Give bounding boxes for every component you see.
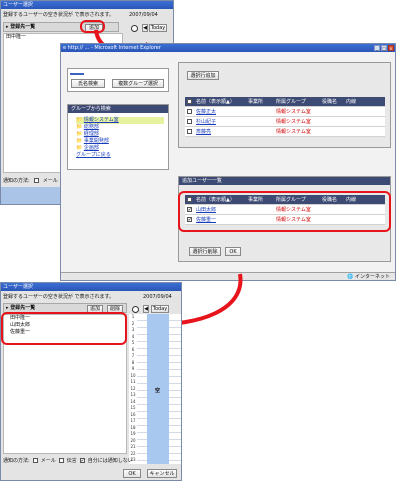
group-item-1[interactable]: 📁 総務部	[76, 124, 164, 131]
candidate-group: 情報システム室	[276, 109, 311, 115]
bottom-clock-icon	[132, 306, 139, 313]
schedule-col-b	[169, 314, 181, 464]
bottom-prev-button[interactable]: ◀	[143, 305, 149, 313]
candidate-row[interactable]: 佐藤正太 情報システム室	[185, 107, 385, 117]
bottom-window-titlebar: ユーザー選択	[1, 283, 181, 291]
col-ext: 内線	[346, 99, 357, 105]
bottom-self-label: 自分には通知しない	[87, 458, 133, 464]
add-selected-button[interactable]: 選択行追加	[187, 71, 219, 80]
group-search-panel: グループから検索 📁 情報システム室 📁 総務部 📁 経理部 📁 事業開発部 📁…	[67, 104, 169, 170]
group-more-link[interactable]: グループに戻る	[76, 152, 164, 159]
candidate-name[interactable]: 斎藤亮	[194, 128, 246, 135]
browser-window: e http:// ... - Microsoft Internet Explo…	[60, 43, 396, 281]
group-item-2[interactable]: 📁 経理部	[76, 131, 164, 138]
select-all-checkbox[interactable]: ✔	[187, 99, 192, 104]
col-office: 事業所	[248, 99, 264, 105]
close-icon[interactable]: ×	[388, 45, 394, 51]
multi-group-button[interactable]: 複数グループ選択	[112, 79, 164, 88]
top-window-titlebar: ユーザー選択	[1, 1, 173, 9]
bottom-list-label: 登録先一覧	[10, 305, 36, 311]
candidate-name[interactable]: 杉山紀子	[194, 118, 246, 125]
bottom-info-tail: で表示されます。	[74, 294, 115, 300]
bottom-mail-label: メール	[40, 458, 56, 464]
candidate-row[interactable]: 斎藤亮 情報システム室	[185, 127, 385, 137]
group-panel-title: グループから検索	[68, 105, 168, 113]
bottom-cancel-button[interactable]: キャンセル	[147, 469, 177, 478]
browser-title: http:// ... - Microsoft Internet Explore…	[67, 45, 161, 51]
top-mail-checkbox[interactable]	[33, 178, 39, 183]
row-checkbox[interactable]	[187, 109, 192, 114]
row-checkbox[interactable]	[187, 119, 192, 124]
ie-logo-icon: e	[63, 45, 67, 51]
browser-ok-button[interactable]: OK	[225, 247, 241, 256]
bottom-date: 2007/09/04	[143, 294, 172, 300]
bottom-mail-checkbox[interactable]	[32, 458, 38, 463]
col-title: 役職名	[322, 99, 338, 105]
bottom-today-button[interactable]: Today	[151, 305, 169, 313]
added-users-title: 追加ユーザー一覧	[179, 177, 390, 185]
top-info-text: 登録するユーザーの空き状況が	[3, 12, 75, 18]
search-buttons-panel: 氏名検索 複数グループ選択	[67, 68, 169, 92]
top-list-label: 登録先一覧	[10, 24, 36, 30]
callout-added-users	[178, 191, 391, 232]
bottom-self-checkbox[interactable]: ✔	[79, 458, 85, 463]
schedule-col-a	[137, 314, 147, 464]
top-notify-row: 通知の方法: メール	[3, 177, 69, 184]
bottom-notify-label: 通知の方法:	[3, 458, 30, 464]
candidate-table: ✔ 名前（表示順▲） 事業所 所属グループ 役職名 内線 佐藤正太 情報システム…	[185, 97, 385, 137]
name-search-button[interactable]: 氏名検索	[71, 79, 105, 88]
maximize-icon[interactable]: □	[381, 45, 387, 51]
col-name[interactable]: 名前（表示順▲）	[194, 98, 246, 105]
candidate-name[interactable]: 佐藤正太	[194, 108, 246, 115]
free-label: 空	[155, 388, 161, 394]
candidate-group: 情報システム室	[276, 119, 311, 125]
group-item-3[interactable]: 📁 事業開発部	[76, 138, 164, 145]
results-panel: 選択行追加 ✔ 名前（表示順▲） 事業所 所属グループ 役職名 内線 佐藤正太 …	[178, 62, 391, 148]
col-group: 所属グループ	[276, 99, 306, 105]
candidate-table-header: ✔ 名前（表示順▲） 事業所 所属グループ 役職名 内線	[185, 97, 385, 107]
minimize-icon[interactable]: _	[374, 45, 380, 51]
bottom-phone-label: 伝言	[66, 458, 77, 464]
candidate-row[interactable]: 杉山紀子 情報システム室	[185, 117, 385, 127]
hours-column: 1 2 3 4 5 6 7 8 9 10 11 12 13 14 15 16 17 18 19 20 21 22 23	[129, 314, 137, 464]
internet-zone-icon: 🌐	[347, 274, 354, 280]
bottom-window-title: ユーザー選択	[3, 284, 33, 290]
group-item-4[interactable]: 📁 企画部	[76, 145, 164, 152]
row-checkbox[interactable]	[187, 129, 192, 134]
candidate-group: 情報システム室	[276, 129, 311, 135]
top-mail-label: メール	[42, 178, 58, 184]
bottom-ok-button[interactable]: OK	[123, 469, 141, 478]
top-notify-label: 通知の方法:	[3, 178, 30, 184]
panel-header-line	[70, 71, 84, 75]
callout-bottom-entries	[1, 312, 127, 345]
group-item-0[interactable]: 📁 情報システム室	[76, 117, 164, 124]
top-date: 2007/09/04	[129, 12, 158, 18]
group-list: 📁 情報システム室 📁 総務部 📁 経理部 📁 事業開発部 📁 企画部 グループ…	[76, 117, 164, 159]
bottom-notify-row: 通知の方法: メール 伝言 ✔ 自分には通知しない	[3, 457, 133, 464]
bottom-info-text: 登録するユーザーの空き状況が	[3, 294, 75, 300]
remove-selected-button[interactable]: 選択行削除	[189, 247, 221, 256]
top-window-title: ユーザー選択	[3, 2, 33, 8]
bottom-phone-checkbox[interactable]	[58, 458, 64, 463]
browser-titlebar: e http:// ... - Microsoft Internet Explo…	[61, 44, 395, 52]
top-info-tail: で表示されます。	[74, 12, 115, 18]
status-zone-text: インターネット	[355, 274, 391, 280]
